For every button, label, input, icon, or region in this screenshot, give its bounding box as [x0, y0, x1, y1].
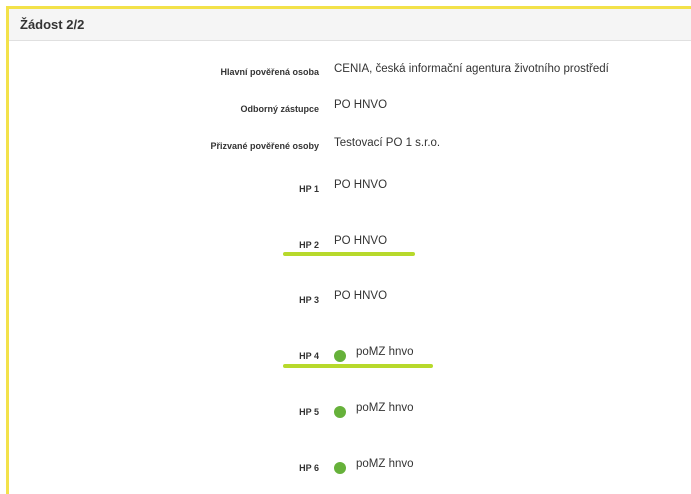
- field-row-hp5: HP 5 poMZ hnvo: [9, 402, 691, 424]
- panel-title: Žádost 2/2: [9, 9, 691, 41]
- field-label: Hlavní pověřená osoba: [220, 67, 319, 77]
- field-value: PO HNVO: [334, 99, 388, 111]
- field-value: poMZ hnvo: [356, 458, 414, 470]
- field-value: PO HNVO: [334, 179, 388, 191]
- field-value: PO HNVO: [334, 235, 388, 247]
- field-value: poMZ hnvo: [356, 346, 414, 358]
- field-row-hp3: HP 3 PO HNVO: [9, 290, 691, 312]
- highlight-underline-hp4: [283, 364, 433, 368]
- field-label: HP 2: [299, 240, 319, 250]
- field-row-invited-persons: Přizvané pověřené osoby Testovací PO 1 s…: [9, 137, 691, 158]
- field-label: HP 1: [299, 184, 319, 194]
- field-label: Odborný zástupce: [240, 104, 319, 114]
- status-dot-icon: [334, 406, 346, 418]
- field-row-hp6: HP 6 poMZ hnvo: [9, 458, 691, 480]
- field-label: HP 5: [299, 407, 319, 417]
- field-value: Testovací PO 1 s.r.o.: [334, 137, 441, 149]
- field-label: HP 4: [299, 351, 319, 361]
- field-label: HP 6: [299, 463, 319, 473]
- request-panel: Žádost 2/2 Hlavní pověřená osoba CENIA, …: [6, 6, 691, 494]
- field-row-hp1: HP 1 PO HNVO: [9, 179, 691, 201]
- field-label: HP 3: [299, 295, 319, 305]
- status-dot-icon: [334, 350, 346, 362]
- status-dot-icon: [334, 462, 346, 474]
- field-label: Přizvané pověřené osoby: [210, 141, 319, 151]
- field-row-main-person: Hlavní pověřená osoba CENIA, česká infor…: [9, 63, 691, 84]
- highlight-underline-hp2: [283, 252, 415, 256]
- field-value: poMZ hnvo: [356, 402, 414, 414]
- field-value: PO HNVO: [334, 290, 388, 302]
- field-value: CENIA, česká informační agentura životní…: [334, 63, 609, 75]
- field-row-expert-rep: Odborný zástupce PO HNVO: [9, 99, 691, 121]
